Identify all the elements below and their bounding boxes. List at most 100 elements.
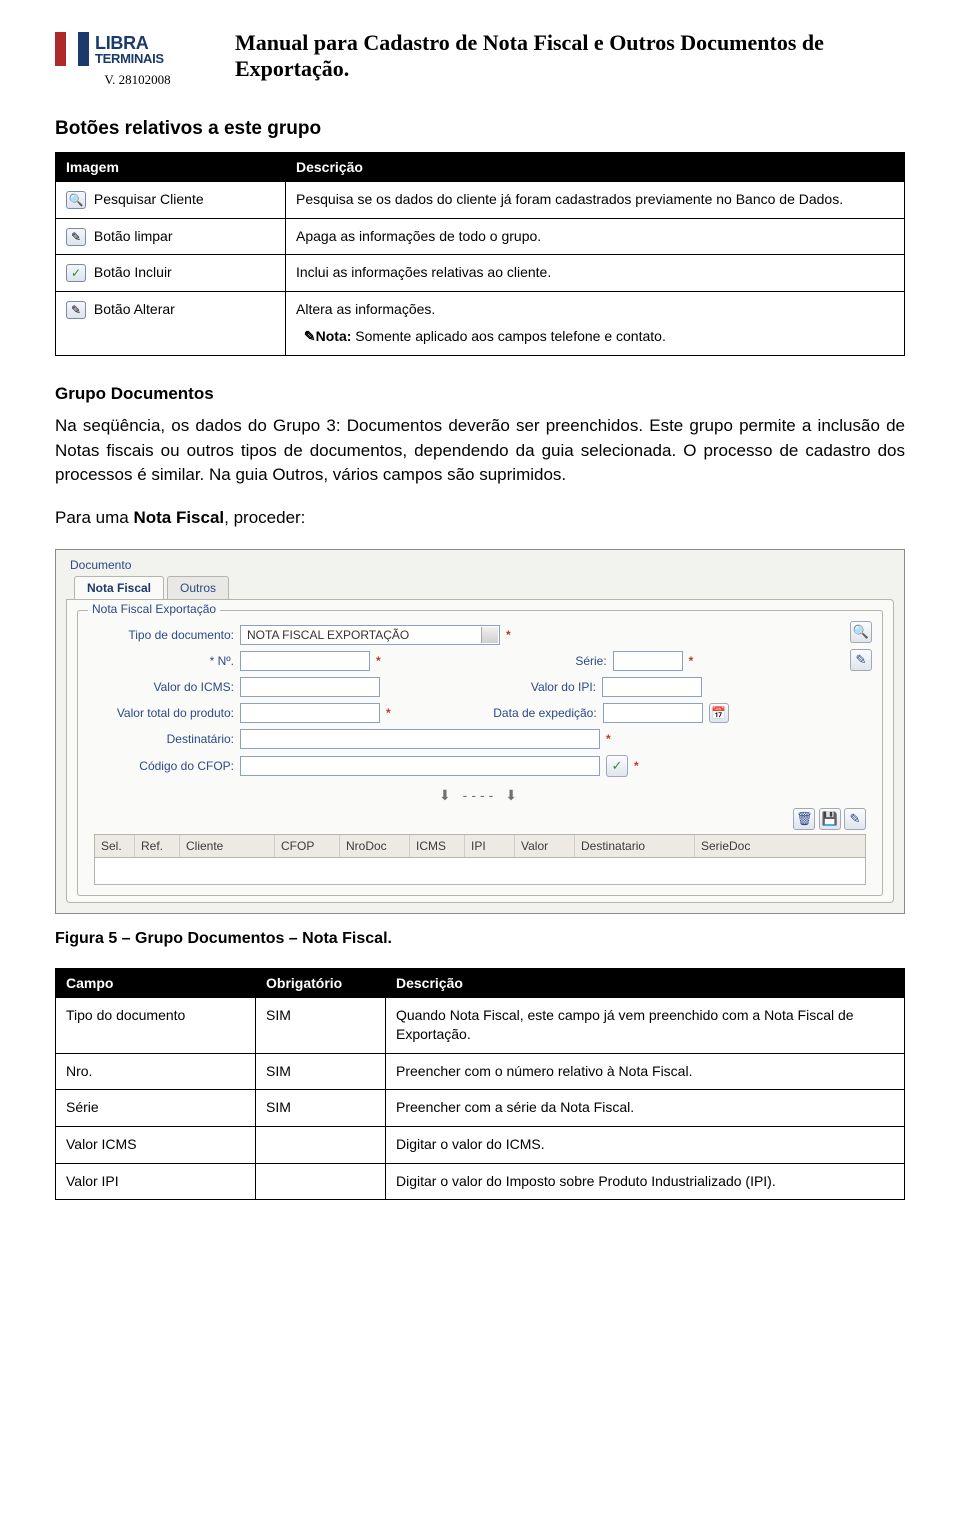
- label-data-exped: Data de expedição:: [397, 706, 597, 720]
- edit-button[interactable]: ✎: [844, 808, 866, 830]
- save-button[interactable]: 💾: [819, 808, 841, 830]
- table-row: ✎ Botão limpar Apaga as informações de t…: [56, 218, 905, 255]
- edit-icon: ✎: [66, 301, 86, 319]
- serie-input[interactable]: [613, 651, 683, 671]
- required-star: *: [634, 759, 639, 773]
- check-icon: ✓: [66, 264, 86, 282]
- logo-text-line2: TERMINAIS: [95, 52, 164, 65]
- required-star: *: [689, 654, 694, 668]
- grid-h-ipi: IPI: [465, 835, 515, 857]
- table-row: Série SIM Preencher com a série da Nota …: [56, 1090, 905, 1127]
- cell-obr: SIM: [256, 1053, 386, 1090]
- grid-h-cfop: CFOP: [275, 835, 340, 857]
- table1-head-descricao: Descrição: [286, 153, 905, 182]
- valor-total-input[interactable]: [240, 703, 380, 723]
- cell-label: Pesquisar Cliente: [94, 191, 204, 207]
- grid-h-serie: SerieDoc: [695, 835, 865, 857]
- table-row: Nro. SIM Preencher com o número relativo…: [56, 1053, 905, 1090]
- paragraph-2: Para uma Nota Fiscal, proceder:: [55, 506, 905, 531]
- cell-desc: Preencher com a série da Nota Fiscal.: [386, 1090, 905, 1127]
- t2-head-campo: Campo: [56, 968, 256, 997]
- table-row: Tipo do documento SIM Quando Nota Fiscal…: [56, 997, 905, 1053]
- cell-label: Botão limpar: [94, 228, 173, 244]
- cell-obr: [256, 1163, 386, 1200]
- numero-input[interactable]: [240, 651, 370, 671]
- ipi-input[interactable]: [602, 677, 702, 697]
- cell-desc: Digitar o valor do Imposto sobre Produto…: [386, 1163, 905, 1200]
- confirm-button[interactable]: ✓: [606, 755, 628, 777]
- table-row: Valor ICMS Digitar o valor do ICMS.: [56, 1126, 905, 1163]
- table-row: Valor IPI Digitar o valor do Imposto sob…: [56, 1163, 905, 1200]
- icms-input[interactable]: [240, 677, 380, 697]
- cell-campo: Valor IPI: [56, 1163, 256, 1200]
- main-title: Manual para Cadastro de Nota Fiscal e Ou…: [235, 30, 905, 83]
- logo-text-line1: LIBRA: [95, 34, 164, 52]
- destinatario-input[interactable]: [240, 729, 600, 749]
- label-valor-total: Valor total do produto:: [94, 706, 234, 720]
- logo-block: LIBRA TERMINAIS V. 28102008: [55, 30, 220, 88]
- search-button[interactable]: 🔍: [850, 621, 872, 643]
- label-icms: Valor do ICMS:: [94, 680, 234, 694]
- cfop-input[interactable]: [240, 756, 600, 776]
- required-star: *: [506, 628, 511, 642]
- label-serie: Série:: [387, 654, 607, 668]
- screenshot-documento: Documento Nota Fiscal Outros Nota Fiscal…: [55, 549, 905, 914]
- grid-h-ref: Ref.: [135, 835, 180, 857]
- label-destinatario: Destinatário:: [94, 732, 234, 746]
- section-buttons-title: Botões relativos a este grupo: [55, 118, 905, 140]
- cell-desc: Altera as informações.: [296, 300, 894, 320]
- table1-head-imagem: Imagem: [56, 153, 286, 182]
- cell-desc: Pesquisa se os dados do cliente já foram…: [286, 182, 905, 219]
- logo-flag-icon: [55, 32, 89, 66]
- section-documentos-title: Grupo Documentos: [55, 384, 905, 404]
- cell-obr: SIM: [256, 1090, 386, 1127]
- table-row: 🔍 Pesquisar Cliente Pesquisa se os dados…: [56, 182, 905, 219]
- fieldset-nf-legend: Nota Fiscal Exportação: [88, 602, 220, 616]
- fieldset-documento-legend: Documento: [70, 558, 894, 572]
- delete-button[interactable]: 🗑: [793, 808, 815, 830]
- label-numero: * Nº.: [94, 654, 234, 668]
- table-row: ✎ Botão Alterar Altera as informações. ✎…: [56, 291, 905, 355]
- p2-suffix: , proceder:: [224, 508, 305, 527]
- document-header: LIBRA TERMINAIS V. 28102008 Manual para …: [55, 30, 905, 88]
- cell-desc: Apaga as informações de todo o grupo.: [286, 218, 905, 255]
- grid-h-icms: ICMS: [410, 835, 465, 857]
- t2-head-obrig: Obrigatório: [256, 968, 386, 997]
- note-prefix: ✎Nota:: [304, 328, 352, 344]
- tab-outros[interactable]: Outros: [167, 576, 229, 599]
- cell-desc: Inclui as informações relativas ao clien…: [286, 255, 905, 292]
- tab-nota-fiscal[interactable]: Nota Fiscal: [74, 576, 164, 599]
- grid-h-sel: Sel.: [95, 835, 135, 857]
- fields-table: Campo Obrigatório Descrição Tipo do docu…: [55, 968, 905, 1201]
- separator-arrows: ⬇ ---- ⬇: [94, 783, 866, 808]
- cell-desc: Preencher com o número relativo à Nota F…: [386, 1053, 905, 1090]
- cell-label: Botão Incluir: [94, 264, 172, 280]
- grid-h-cliente: Cliente: [180, 835, 275, 857]
- required-star: *: [606, 732, 611, 746]
- grid-h-dest: Destinatario: [575, 835, 695, 857]
- cell-campo: Nro.: [56, 1053, 256, 1090]
- paragraph-1: Na seqüência, os dados do Grupo 3: Docum…: [55, 414, 905, 488]
- grid-h-valor: Valor: [515, 835, 575, 857]
- search-icon: 🔍: [66, 191, 86, 209]
- documents-grid: Sel. Ref. Cliente CFOP NroDoc ICMS IPI V…: [94, 834, 866, 885]
- figure-caption: Figura 5 – Grupo Documentos – Nota Fisca…: [55, 930, 905, 948]
- label-tipo-doc: Tipo de documento:: [94, 628, 234, 642]
- clear-button[interactable]: ✎: [850, 649, 872, 671]
- table-row: ✓ Botão Incluir Inclui as informações re…: [56, 255, 905, 292]
- tipo-documento-select[interactable]: NOTA FISCAL EXPORTAÇÃO: [240, 625, 500, 645]
- buttons-table: Imagem Descrição 🔍 Pesquisar Cliente Pes…: [55, 152, 905, 356]
- required-star: *: [386, 706, 391, 720]
- cell-campo: Tipo do documento: [56, 997, 256, 1053]
- label-cfop: Código do CFOP:: [94, 759, 234, 773]
- cell-campo: Série: [56, 1090, 256, 1127]
- cell-label: Botão Alterar: [94, 301, 175, 317]
- p2-prefix: Para uma: [55, 508, 133, 527]
- cell-obr: SIM: [256, 997, 386, 1053]
- libra-logo: LIBRA TERMINAIS: [55, 30, 220, 68]
- cell-campo: Valor ICMS: [56, 1126, 256, 1163]
- calendar-icon[interactable]: 📅: [709, 703, 729, 723]
- data-exped-input[interactable]: [603, 703, 703, 723]
- fieldset-nf-exportacao: Nota Fiscal Exportação 🔍 ✎ Tipo de docum…: [77, 610, 883, 896]
- t2-head-desc: Descrição: [386, 968, 905, 997]
